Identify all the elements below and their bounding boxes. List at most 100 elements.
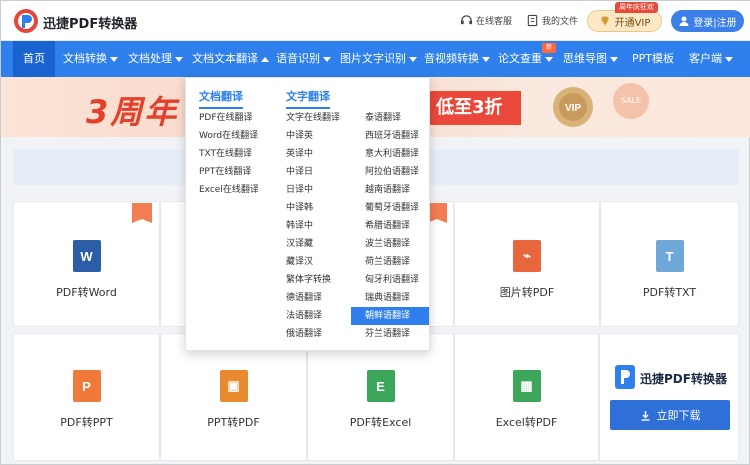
chevron-down-icon <box>110 56 118 62</box>
menu-item-zh-ko[interactable]: 中译韩 <box>286 199 313 217</box>
ppt-pdf-icon: ▣ <box>219 370 248 402</box>
menu-item-zh-ja[interactable]: 中译日 <box>286 163 313 181</box>
menu-item-traditional[interactable]: 繁体字转换 <box>286 271 331 289</box>
menu-item-ppt-translate[interactable]: PPT在线翻译 <box>199 163 251 181</box>
main-nav: 首页 文档转换 文档处理 文档文本翻译 语音识别 图片文字识别 音视频转换 论文… <box>1 41 750 77</box>
chevron-down-icon <box>545 56 553 62</box>
card-label: PDF转Excel <box>349 416 412 429</box>
menu-item-portuguese[interactable]: 葡萄牙语翻译 <box>365 199 419 217</box>
banner-headline: 3周年 <box>86 93 179 131</box>
vip-label: 开通VIP <box>614 17 651 29</box>
menu-item-german[interactable]: 德语翻译 <box>286 289 322 307</box>
nav-ppt-template[interactable]: PPT模板 <box>632 41 674 77</box>
menu-item-excel-translate[interactable]: Excel在线翻译 <box>199 181 259 199</box>
translate-dropdown: 文档翻译 文字翻译 PDF在线翻译 Word在线翻译 TXT在线翻译 PPT在线… <box>185 77 430 351</box>
ppt-file-icon: P <box>72 370 101 402</box>
download-promo: 迅捷PDF转换器 立即下载 <box>599 333 739 461</box>
card-pdf-to-excel[interactable]: E PDF转Excel <box>307 333 454 461</box>
card-pdf-to-ppt[interactable]: P PDF转PPT <box>13 333 160 461</box>
menu-item-text-translate[interactable]: 文字在线翻译 <box>286 109 340 127</box>
word-file-icon: W <box>72 240 101 272</box>
download-icon <box>641 410 649 421</box>
nav-home[interactable]: 首页 <box>13 41 55 77</box>
pdf-file-icon: ⌁ <box>513 240 541 272</box>
brand-name[interactable]: 迅捷PDF转换器 <box>43 13 137 32</box>
file-icon <box>527 14 538 27</box>
menu-item-zh-en[interactable]: 中译英 <box>286 127 313 145</box>
open-vip-button[interactable]: 开通VIP <box>587 10 662 32</box>
user-icon <box>679 16 689 26</box>
menu-item-bo-zh[interactable]: 藏译汉 <box>286 253 313 271</box>
excel-pdf-icon: ▦ <box>512 370 541 402</box>
card-label: PDF转PPT <box>60 416 113 429</box>
menu-item-zh-bo[interactable]: 汉译藏 <box>286 235 313 253</box>
new-badge: 新 <box>542 43 556 53</box>
menu-item-russian[interactable]: 俄语翻译 <box>286 325 322 343</box>
chevron-down-icon <box>175 56 183 62</box>
card-label: PPT转PDF <box>207 416 260 429</box>
login-label: 登录|注册 <box>693 17 737 29</box>
menu-item-finnish[interactable]: 芬兰语翻译 <box>365 325 410 343</box>
text-translate-heading: 文字翻译 <box>286 88 330 109</box>
menu-item-dutch[interactable]: 荷兰语翻译 <box>365 253 410 271</box>
menu-item-vietnamese[interactable]: 越南语翻译 <box>365 181 410 199</box>
app-logo-icon[interactable] <box>13 8 39 34</box>
top-header: 迅捷PDF转换器 在线客服 我的文件 开通VIP 周年庆狂欢 登录|注册 <box>1 1 750 41</box>
chevron-down-icon <box>409 56 417 62</box>
my-files-label: 我的文件 <box>542 17 579 27</box>
menu-item-ja-zh[interactable]: 日译中 <box>286 181 313 199</box>
menu-item-en-zh[interactable]: 英译中 <box>286 145 313 163</box>
menu-item-txt-translate[interactable]: TXT在线翻译 <box>199 145 252 163</box>
nav-ocr[interactable]: 图片文字识别 <box>340 41 417 77</box>
menu-item-word-translate[interactable]: Word在线翻译 <box>199 127 258 145</box>
nav-doc-convert[interactable]: 文档转换 <box>63 41 118 77</box>
chevron-down-icon <box>323 56 331 62</box>
card-ppt-to-pdf[interactable]: ▣ PPT转PDF <box>160 333 307 461</box>
anniversary-badge: 周年庆狂欢 <box>615 2 658 13</box>
menu-item-arabic[interactable]: 阿拉伯语翻译 <box>365 163 419 181</box>
online-service-label: 在线客服 <box>476 17 513 27</box>
nav-doc-translate[interactable]: 文档文本翻译 <box>192 41 269 77</box>
online-service-link[interactable]: 在线客服 <box>460 14 512 27</box>
login-register-button[interactable]: 登录|注册 <box>671 10 744 32</box>
menu-item-swedish[interactable]: 瑞典语翻译 <box>365 289 410 307</box>
download-label: 立即下载 <box>656 409 701 422</box>
nav-client[interactable]: 客户端 <box>689 41 733 77</box>
sale-circle: SALE <box>613 83 649 119</box>
menu-item-spanish[interactable]: 西班牙语翻译 <box>365 127 419 145</box>
nav-av-convert[interactable]: 音视频转换 <box>424 41 490 77</box>
nav-doc-process[interactable]: 文档处理 <box>128 41 183 77</box>
card-label: PDF转Word <box>56 286 117 299</box>
card-label: PDF转TXT <box>642 286 697 299</box>
nav-mindmap[interactable]: 思维导图 <box>563 41 618 77</box>
card-pdf-to-txt[interactable]: T PDF转TXT <box>600 201 739 327</box>
chevron-down-icon <box>482 56 490 62</box>
doc-translate-heading: 文档翻译 <box>199 88 243 109</box>
nav-speech[interactable]: 语音识别 <box>276 41 331 77</box>
banner-discount: 低至3折 <box>416 91 521 125</box>
svg-text:VIP: VIP <box>565 103 581 114</box>
menu-item-french[interactable]: 法语翻译 <box>286 307 322 325</box>
txt-file-icon: T <box>655 240 684 272</box>
menu-item-thai[interactable]: 泰语翻译 <box>365 109 401 127</box>
diamond-icon <box>600 16 609 26</box>
excel-file-icon: E <box>366 370 395 402</box>
card-excel-to-pdf[interactable]: ▦ Excel转PDF <box>454 333 599 461</box>
menu-item-hungarian[interactable]: 匈牙利语翻译 <box>365 271 419 289</box>
chevron-down-icon <box>725 56 733 62</box>
menu-item-ko-zh[interactable]: 韩译中 <box>286 217 313 235</box>
my-files-link[interactable]: 我的文件 <box>526 14 578 27</box>
download-button[interactable]: 立即下载 <box>610 400 730 430</box>
card-image-to-pdf[interactable]: ⌁ 图片转PDF <box>454 201 600 327</box>
card-label: Excel转PDF <box>495 416 558 429</box>
menu-item-italian[interactable]: 意大利语翻译 <box>365 145 419 163</box>
promo-title: 迅捷PDF转换器 <box>640 372 727 386</box>
vip-medal-icon: VIP <box>553 87 593 127</box>
menu-item-greek[interactable]: 希腊语翻译 <box>365 217 410 235</box>
card-label: 图片转PDF <box>499 286 555 299</box>
chevron-up-icon <box>261 56 269 62</box>
menu-item-korean[interactable]: 朝鲜语翻译 <box>351 307 429 325</box>
headset-icon <box>460 15 473 25</box>
menu-item-polish[interactable]: 波兰语翻译 <box>365 235 410 253</box>
menu-item-pdf-translate[interactable]: PDF在线翻译 <box>199 109 253 127</box>
